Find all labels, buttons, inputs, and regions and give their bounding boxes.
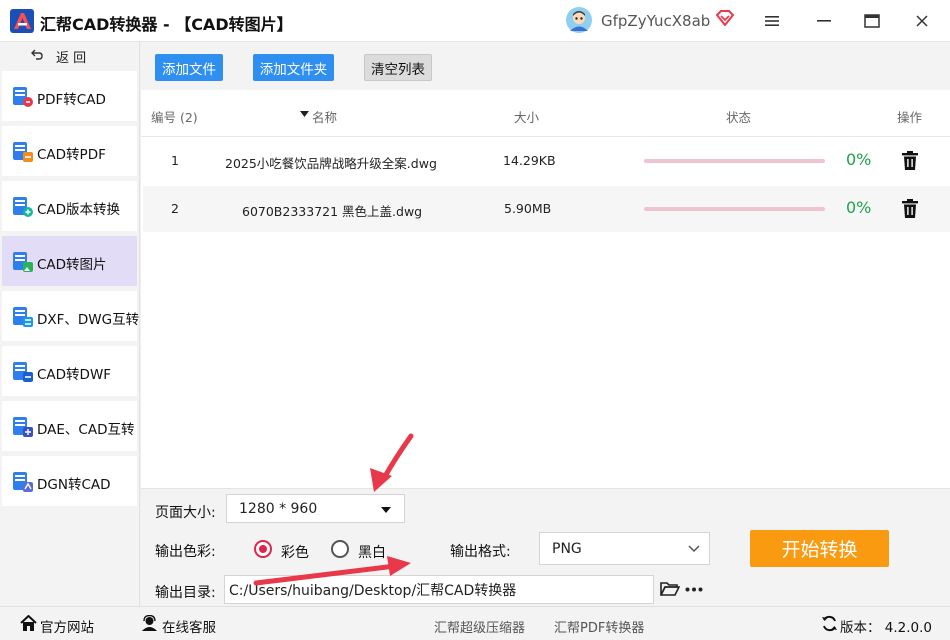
sidebar-item-cad-version[interactable]: CAD版本转换: [2, 181, 137, 231]
black-white-radio[interactable]: [331, 540, 349, 558]
page-size-value: 1280 * 960: [239, 501, 318, 517]
dae-cad-icon: [13, 417, 33, 437]
compressor-link[interactable]: 汇帮超级压缩器: [434, 617, 525, 636]
add-folder-button[interactable]: 添加文件夹: [253, 54, 334, 81]
maximize-icon: [864, 14, 880, 28]
sidebar: 返 回 PDF转CAD CAD转PDF CAD版本转换 CAD转图片 DXF、D…: [0, 42, 140, 606]
sidebar-item-label: DGN转CAD: [37, 477, 111, 493]
output-format-select[interactable]: PNG: [539, 532, 710, 565]
dxf-dwg-icon: [13, 307, 33, 327]
minimize-icon: [817, 20, 831, 22]
username[interactable]: GfpZyYucX8ab: [601, 12, 710, 30]
cad-to-dwf-icon: [13, 362, 33, 382]
column-header-name[interactable]: 名称: [312, 107, 337, 126]
row-index: 2: [171, 201, 179, 216]
minimize-button[interactable]: [812, 10, 836, 32]
column-header-index[interactable]: 编号 (2): [151, 107, 198, 126]
output-options-panel: 页面大小: 1280 * 960 输出色彩: 彩色 黑白 输出格式: PNG 开…: [141, 488, 950, 606]
dropdown-caret-icon: [381, 507, 391, 513]
sidebar-item-label: CAD版本转换: [37, 202, 121, 218]
table-row[interactable]: 1 2025小吃餐饮品牌战略升级全案.dwg 14.29KB 0%: [143, 138, 950, 184]
user-avatar[interactable]: [566, 7, 592, 33]
table-header: 编号 (2) 名称 大小 状态 操作: [141, 90, 950, 137]
cad-version-icon: [13, 197, 33, 217]
output-dir-label: 输出目录:: [155, 585, 216, 601]
column-header-size[interactable]: 大小: [514, 107, 539, 126]
title-bar: 汇帮CAD转换器 - 【CAD转图片】 GfpZyYucX8ab: [0, 0, 950, 42]
output-format-label: 输出格式:: [450, 544, 511, 560]
back-label: 返 回: [56, 51, 87, 66]
cad-to-image-icon: [13, 252, 33, 272]
trash-icon[interactable]: [902, 151, 918, 170]
maximize-button[interactable]: [860, 10, 884, 32]
output-color-label: 输出色彩:: [155, 544, 216, 560]
folder-open-icon[interactable]: [660, 581, 680, 597]
menu-button[interactable]: [760, 10, 784, 32]
color-radio-label[interactable]: 彩色: [281, 542, 309, 562]
sidebar-item-dxf-dwg[interactable]: DXF、DWG互转: [2, 291, 140, 341]
status-bar: 官方网站 在线客服 汇帮超级压缩器 汇帮PDF转换器 版本： 4.2.0.0: [0, 606, 950, 640]
row-progress-bar: [644, 159, 825, 163]
chevron-down-icon: [688, 545, 700, 553]
refresh-icon: [822, 615, 837, 632]
row-progress-percent: 0%: [846, 150, 872, 169]
pdf-to-cad-icon: [13, 87, 33, 107]
toolbar: 添加文件 添加文件夹 清空列表: [141, 42, 950, 90]
row-file-name: 6070B2333721 黑色上盖.dwg: [242, 204, 423, 219]
sort-descending-icon[interactable]: [300, 111, 309, 117]
sidebar-item-label: DAE、CAD互转: [37, 422, 135, 438]
more-options-icon[interactable]: [685, 587, 703, 592]
sidebar-item-label: CAD转PDF: [37, 147, 106, 163]
add-file-button[interactable]: 添加文件: [155, 54, 223, 81]
sidebar-item-label: PDF转CAD: [37, 92, 106, 108]
sidebar-item-dae-cad[interactable]: DAE、CAD互转: [2, 401, 137, 451]
online-support-link[interactable]: 在线客服: [162, 616, 216, 636]
column-header-status: 状态: [726, 110, 752, 125]
page-size-label: 页面大小:: [155, 505, 216, 521]
row-progress-bar: [644, 207, 825, 211]
output-format-value: PNG: [552, 541, 582, 557]
sidebar-item-cad-to-pdf[interactable]: CAD转PDF: [2, 126, 137, 176]
app-logo-icon: [10, 9, 34, 33]
clear-list-button[interactable]: 清空列表: [364, 54, 432, 81]
official-website-link[interactable]: 官方网站: [40, 616, 94, 636]
black-white-radio-label[interactable]: 黑白: [358, 542, 386, 562]
dgn-to-cad-icon: [13, 472, 33, 492]
row-file-size: 5.90MB: [504, 201, 552, 216]
version-label: 版本： 4.2.0.0: [840, 620, 933, 636]
sidebar-item-pdf-to-cad[interactable]: PDF转CAD: [2, 71, 137, 121]
pdf-converter-link[interactable]: 汇帮PDF转换器: [554, 617, 644, 636]
customer-service-icon: [142, 615, 157, 631]
hamburger-menu-icon: [765, 16, 779, 26]
sidebar-item-cad-to-image[interactable]: CAD转图片: [2, 236, 137, 286]
cad-to-pdf-icon: [13, 142, 33, 162]
sidebar-item-label: CAD转DWF: [37, 367, 112, 383]
sidebar-item-dgn-to-cad[interactable]: DGN转CAD: [2, 456, 137, 506]
sidebar-item-cad-to-dwf[interactable]: CAD转DWF: [2, 346, 137, 396]
back-arrow-icon: [31, 49, 43, 60]
vip-diamond-icon[interactable]: [716, 10, 734, 26]
home-icon: [20, 615, 37, 631]
back-button[interactable]: 返 回: [0, 42, 140, 68]
window-title: 汇帮CAD转换器 - 【CAD转图片】: [40, 15, 293, 34]
trash-icon[interactable]: [902, 199, 918, 218]
row-progress-percent: 0%: [846, 198, 872, 217]
row-file-size: 14.29KB: [503, 153, 556, 168]
page-size-select[interactable]: 1280 * 960: [226, 494, 405, 523]
row-file-name: 2025小吃餐饮品牌战略升级全案.dwg: [225, 156, 437, 171]
column-header-action: 操作: [897, 110, 923, 125]
row-index: 1: [171, 153, 179, 168]
close-button[interactable]: [910, 10, 934, 32]
main-panel: 添加文件 添加文件夹 清空列表 编号 (2) 名称 大小 状态 操作 1 202…: [141, 42, 950, 606]
start-convert-button[interactable]: 开始转换: [750, 530, 889, 567]
table-row[interactable]: 2 6070B2333721 黑色上盖.dwg 5.90MB 0%: [143, 186, 950, 232]
sidebar-item-label: CAD转图片: [37, 257, 107, 273]
close-icon: [916, 15, 928, 27]
color-radio[interactable]: [254, 540, 272, 558]
sidebar-item-label: DXF、DWG互转: [37, 312, 140, 328]
output-dir-input[interactable]: [224, 575, 654, 604]
